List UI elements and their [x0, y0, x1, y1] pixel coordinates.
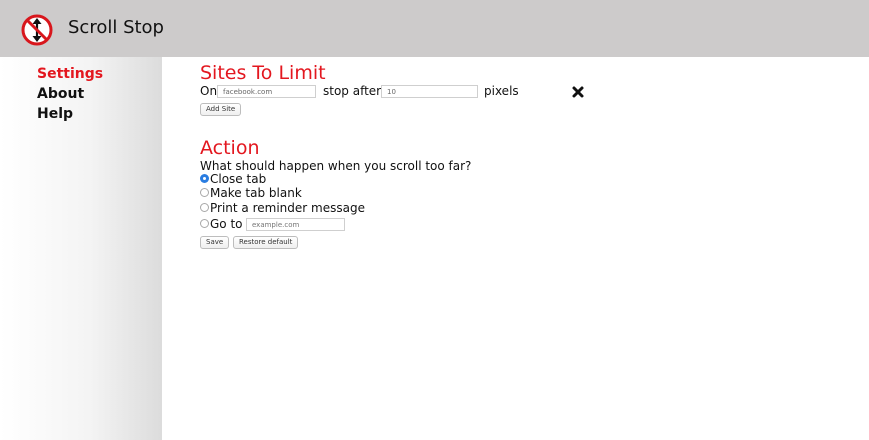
sidebar-item-settings[interactable]: Settings	[37, 66, 103, 82]
option-label-make-tab-blank: Make tab blank	[210, 186, 302, 200]
save-button[interactable]: Save	[200, 236, 230, 249]
scroll-stop-logo-icon	[21, 14, 53, 46]
sites-section-title: Sites To Limit	[200, 62, 326, 84]
sidebar: Settings About Help	[0, 57, 162, 440]
action-question: What should happen when you scroll too f…	[200, 159, 472, 173]
action-section-title: Action	[200, 137, 260, 159]
radio-close-tab[interactable]	[200, 174, 209, 183]
site-input[interactable]	[217, 85, 316, 98]
radio-print-reminder[interactable]	[200, 203, 209, 212]
sidebar-item-help[interactable]: Help	[37, 106, 73, 122]
pixels-input[interactable]	[381, 85, 478, 98]
option-label-close-tab: Close tab	[210, 172, 267, 186]
app-title: Scroll Stop	[68, 17, 164, 38]
header-bar: Scroll Stop	[0, 0, 869, 57]
restore-default-button[interactable]: Restore default	[233, 236, 299, 249]
radio-go-to[interactable]	[200, 219, 209, 228]
option-label-go-to: Go to	[210, 217, 243, 231]
add-site-button[interactable]: Add Site	[200, 103, 242, 116]
pixels-label: pixels	[484, 84, 519, 98]
settings-page: Scroll Stop Settings About Help Sites To…	[0, 0, 869, 440]
close-x-icon[interactable]	[571, 85, 585, 99]
go-to-url-input[interactable]	[246, 218, 345, 231]
radio-make-tab-blank[interactable]	[200, 188, 209, 197]
option-label-print-reminder: Print a reminder message	[210, 201, 365, 215]
sidebar-item-about[interactable]: About	[37, 86, 84, 102]
stop-after-label: stop after	[323, 84, 382, 98]
on-label: On	[200, 84, 218, 98]
